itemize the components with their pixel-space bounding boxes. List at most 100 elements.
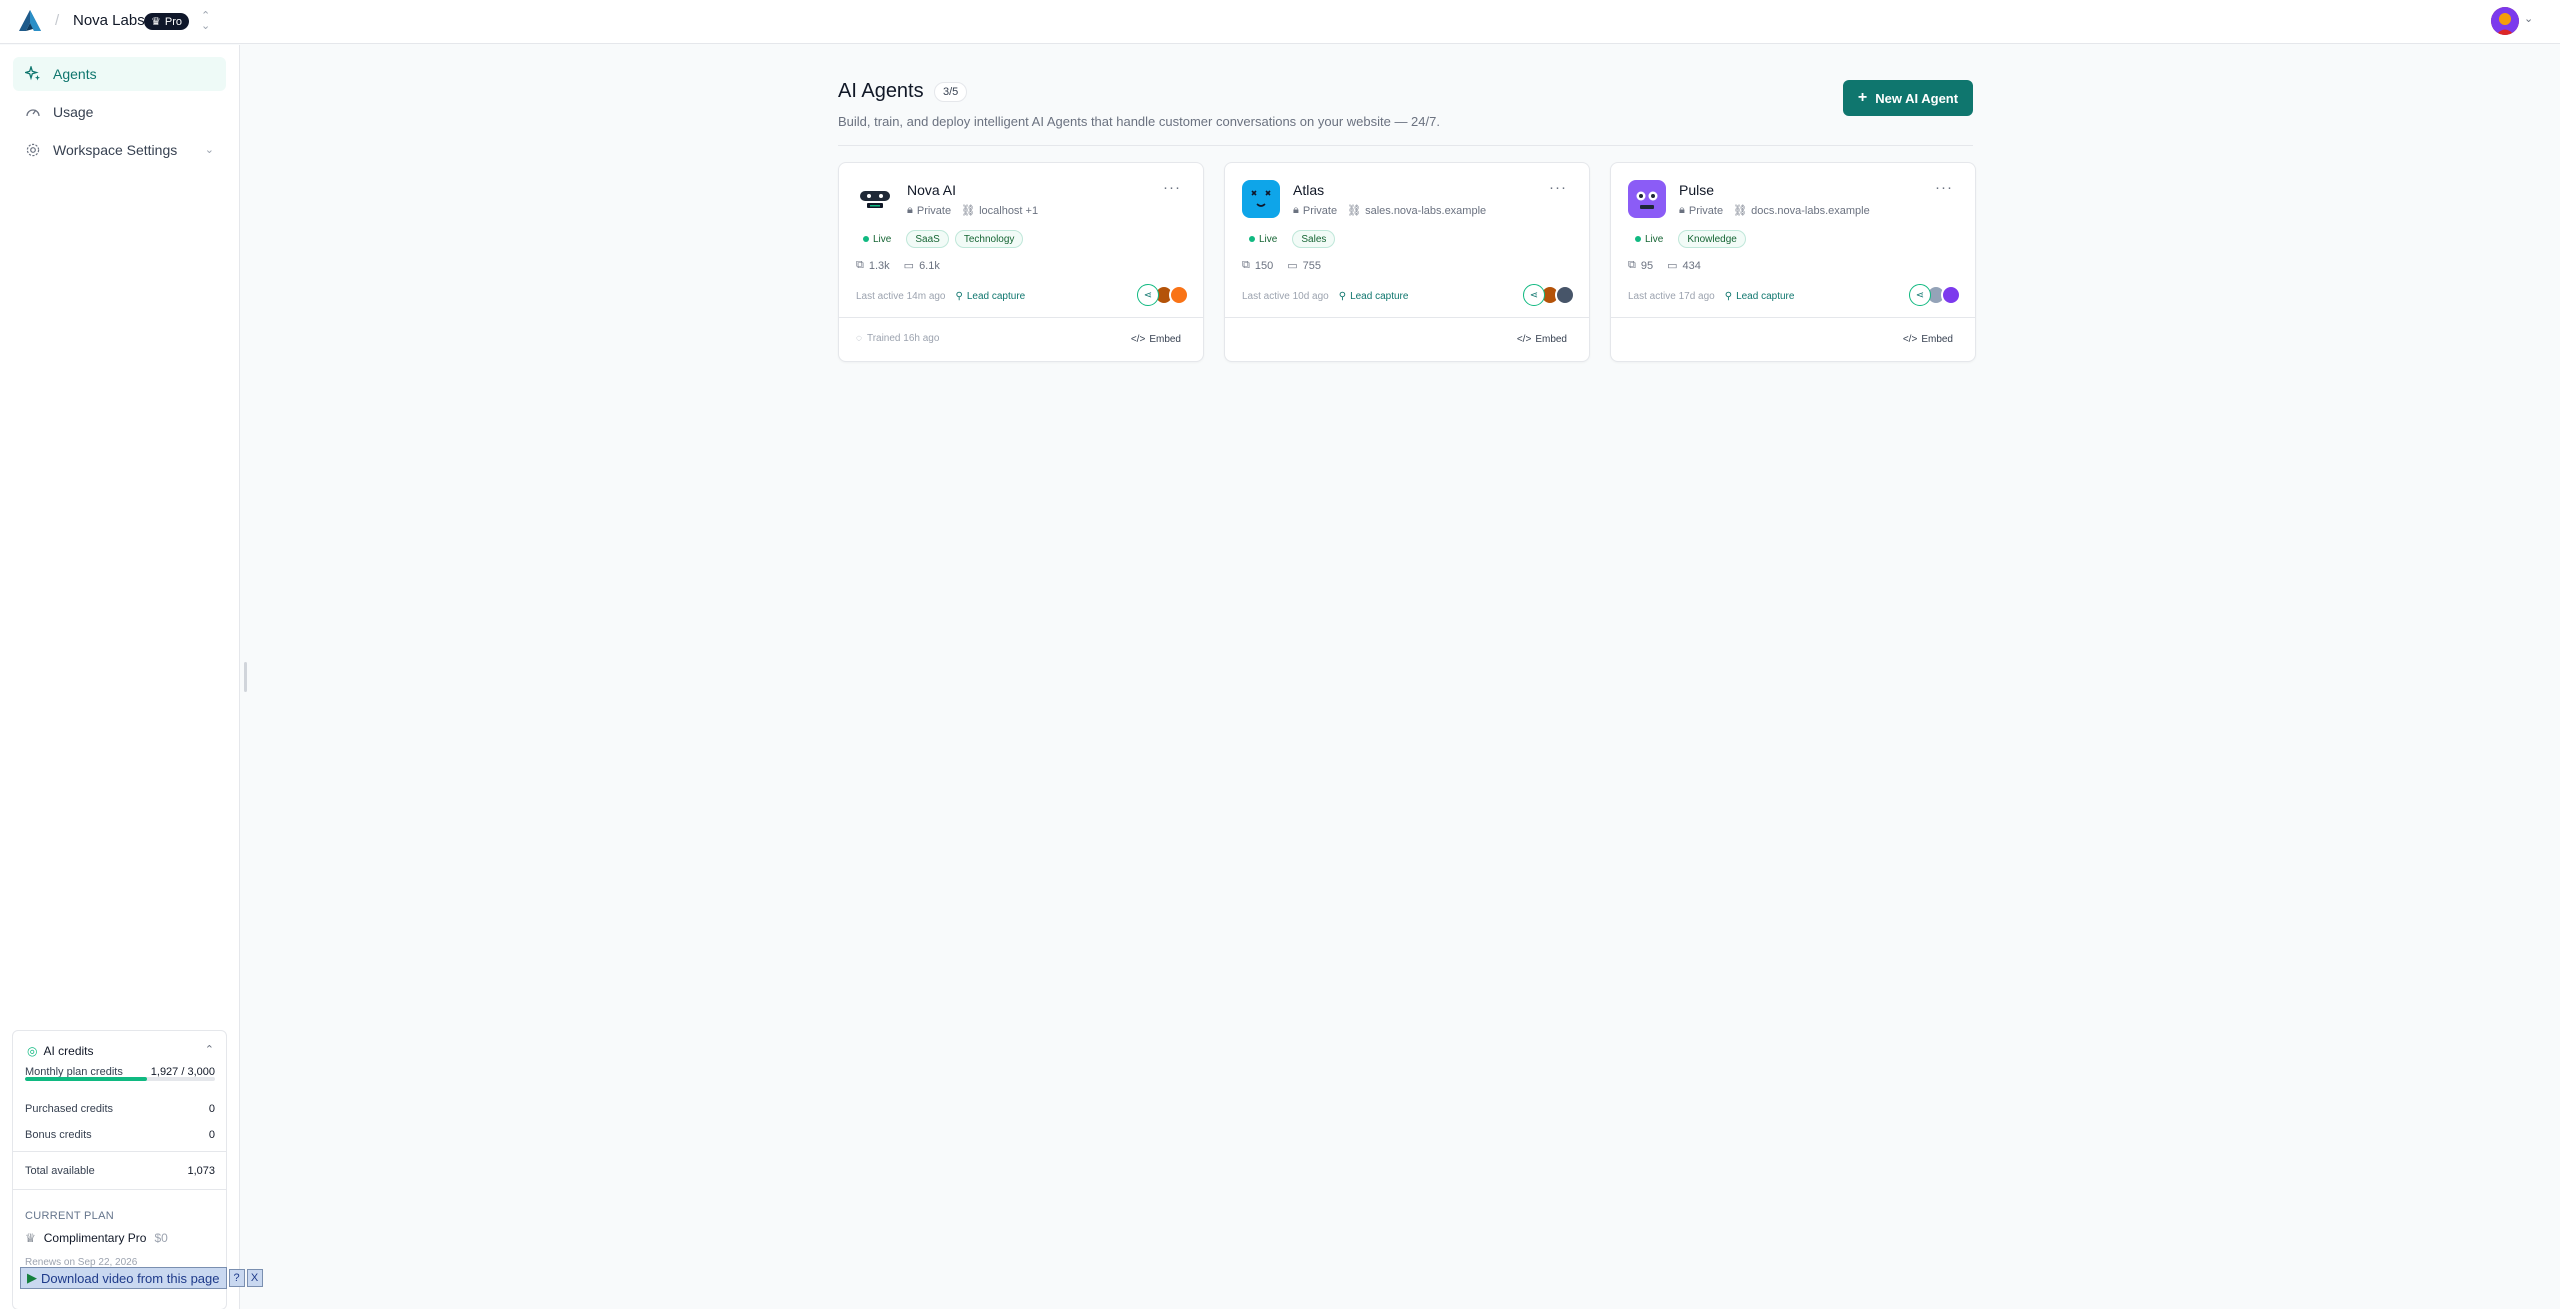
code-icon: </> bbox=[1902, 334, 1918, 345]
agent-meta: 🔒︎ Private ⛓︎ sales.nova-labs.example bbox=[1293, 204, 1486, 217]
lock-icon: 🔒︎ bbox=[907, 204, 913, 216]
new-ai-agent-button[interactable]: + New AI Agent bbox=[1843, 80, 1973, 116]
crown-icon: ♕ bbox=[25, 1231, 36, 1245]
agent-avatar bbox=[1242, 180, 1280, 218]
sidebar-item-label: Usage bbox=[53, 104, 94, 120]
ai-credits-title: AI credits bbox=[43, 1044, 94, 1058]
agent-card-pulse[interactable]: Pulse 🔒︎ Private ⛓︎ docs.nova-labs.example… bbox=[1610, 162, 1976, 362]
plus-icon: + bbox=[1857, 89, 1868, 106]
message-count: 434 bbox=[1682, 259, 1701, 272]
card-divider bbox=[1611, 317, 1975, 318]
page-title: AI Agents bbox=[838, 80, 924, 102]
conversation-count: 95 bbox=[1640, 259, 1654, 272]
last-active: Last active 10d ago bbox=[1242, 291, 1329, 302]
embed-button[interactable]: </> Embed bbox=[1517, 334, 1567, 345]
conversation-count: 150 bbox=[1254, 259, 1274, 272]
total-credits-row: Total available 1,073 bbox=[25, 1165, 215, 1177]
agent-avatar bbox=[856, 180, 894, 218]
live-dot-icon bbox=[863, 236, 869, 242]
sparkle-icon bbox=[25, 66, 41, 82]
current-plan[interactable]: ♕ Complimentary Pro $0 bbox=[25, 1231, 168, 1245]
trained-label: Trained 16h ago bbox=[866, 333, 940, 344]
conversations-icon: ⧉ bbox=[1628, 259, 1636, 271]
sidebar-item-workspace-settings[interactable]: Workspace Settings ⌄ bbox=[13, 133, 226, 167]
link-icon: ⛓︎ bbox=[1347, 205, 1362, 217]
link-icon: ⛓︎ bbox=[961, 205, 976, 217]
title-divider bbox=[838, 145, 1973, 146]
lead-capture-label: Lead capture bbox=[1736, 291, 1795, 302]
agent-name[interactable]: Pulse bbox=[1679, 182, 1714, 198]
monthly-credits-progress bbox=[25, 1077, 215, 1081]
sidebar-item-agents[interactable]: Agents bbox=[13, 57, 226, 91]
status-badge: Live bbox=[1242, 230, 1286, 248]
agent-name[interactable]: Atlas bbox=[1293, 182, 1324, 198]
status-label: Live bbox=[873, 233, 892, 245]
agent-tags: Live SaaS Technology bbox=[856, 230, 1024, 248]
code-icon: </> bbox=[1516, 334, 1532, 345]
bonus-credits-value: 0 bbox=[208, 1129, 215, 1141]
lead-capture-link[interactable]: ⚲ Lead capture bbox=[1725, 291, 1795, 302]
collaborator-avatar bbox=[1555, 285, 1575, 305]
sidebar-item-label: Workspace Settings bbox=[53, 142, 178, 158]
agent-domain: sales.nova-labs.example bbox=[1365, 204, 1487, 217]
purchased-credits-label: Purchased credits bbox=[25, 1103, 114, 1115]
bonus-credits-label: Bonus credits bbox=[25, 1129, 92, 1141]
gauge-icon bbox=[25, 104, 41, 120]
share-icon[interactable]: ⋖ bbox=[1137, 284, 1159, 306]
embed-button[interactable]: </> Embed bbox=[1903, 334, 1953, 345]
lead-capture-link[interactable]: ⚲ Lead capture bbox=[956, 291, 1026, 302]
more-options-icon[interactable]: ··· bbox=[1163, 179, 1181, 196]
agent-visibility: Private bbox=[1302, 204, 1338, 217]
agent-domain: localhost +1 bbox=[979, 204, 1039, 217]
lead-capture-link[interactable]: ⚲ Lead capture bbox=[1339, 291, 1409, 302]
breadcrumb-separator: / bbox=[55, 12, 60, 29]
agent-card-nova-ai[interactable]: Nova AI 🔒︎ Private ⛓︎ localhost +1 ··· Liv… bbox=[838, 162, 1204, 362]
user-plus-icon: ⚲ bbox=[955, 291, 963, 302]
user-menu-chevron-icon[interactable]: ⌄ bbox=[2524, 12, 2533, 25]
status-label: Live bbox=[1259, 233, 1278, 245]
category-tag: Sales bbox=[1292, 230, 1336, 248]
current-plan-label: CURRENT PLAN bbox=[25, 1210, 114, 1222]
more-options-icon[interactable]: ··· bbox=[1935, 179, 1953, 196]
workspace-switcher-icon[interactable]: ⌃ ⌄ bbox=[201, 11, 210, 32]
monthly-credits-progress-fill bbox=[25, 1077, 147, 1081]
total-credits-value: 1,073 bbox=[187, 1165, 215, 1177]
card-divider bbox=[839, 317, 1203, 318]
app-logo-icon[interactable] bbox=[17, 9, 43, 33]
help-button[interactable]: ? bbox=[228, 1269, 245, 1287]
status-badge: Live bbox=[1628, 230, 1672, 248]
status-label: Live bbox=[1645, 233, 1664, 245]
sidebar-resize-handle[interactable] bbox=[244, 662, 247, 692]
card-divider bbox=[1225, 317, 1589, 318]
agent-stats: ⧉ 1.3k ▭ 6.1k bbox=[856, 259, 940, 272]
agent-domain: docs.nova-labs.example bbox=[1751, 204, 1870, 217]
embed-button[interactable]: </> Embed bbox=[1131, 334, 1181, 345]
lock-icon: 🔒︎ bbox=[1293, 204, 1299, 216]
share-icon[interactable]: ⋖ bbox=[1909, 284, 1931, 306]
download-video-button[interactable]: ▶ Download video from this page bbox=[20, 1267, 227, 1289]
trained-status: ◌ Trained 16h ago bbox=[856, 333, 939, 344]
sidebar-item-usage[interactable]: Usage bbox=[13, 95, 226, 129]
close-button[interactable]: X bbox=[246, 1269, 263, 1287]
workspace-name[interactable]: Nova Labs bbox=[73, 12, 145, 29]
plan-name: Complimentary Pro bbox=[43, 1231, 147, 1245]
new-ai-agent-label: New AI Agent bbox=[1875, 90, 1959, 106]
category-tag: Technology bbox=[954, 230, 1024, 248]
user-avatar[interactable] bbox=[2491, 7, 2519, 35]
agent-name[interactable]: Nova AI bbox=[907, 182, 956, 198]
agent-card-atlas[interactable]: Atlas 🔒︎ Private ⛓︎ sales.nova-labs.exampl… bbox=[1224, 162, 1590, 362]
user-plus-icon: ⚲ bbox=[1338, 291, 1347, 302]
sidebar: Agents Usage Workspace Settings ⌄ ◎ AI c… bbox=[0, 45, 240, 1309]
agent-visibility: Private bbox=[916, 204, 952, 217]
plan-price: $0 bbox=[154, 1231, 168, 1245]
chevron-up-icon[interactable]: ⌃ bbox=[205, 1043, 214, 1056]
more-options-icon[interactable]: ··· bbox=[1549, 179, 1567, 196]
live-dot-icon bbox=[1635, 236, 1641, 242]
category-tag: SaaS bbox=[906, 230, 949, 248]
lock-icon: 🔒︎ bbox=[1679, 204, 1685, 216]
share-icon[interactable]: ⋖ bbox=[1523, 284, 1545, 306]
last-active: Last active 17d ago bbox=[1628, 291, 1715, 302]
ai-credits-header[interactable]: ◎ AI credits bbox=[27, 1044, 94, 1058]
embed-label: Embed bbox=[1921, 334, 1953, 345]
collaborator-avatar bbox=[1169, 285, 1189, 305]
